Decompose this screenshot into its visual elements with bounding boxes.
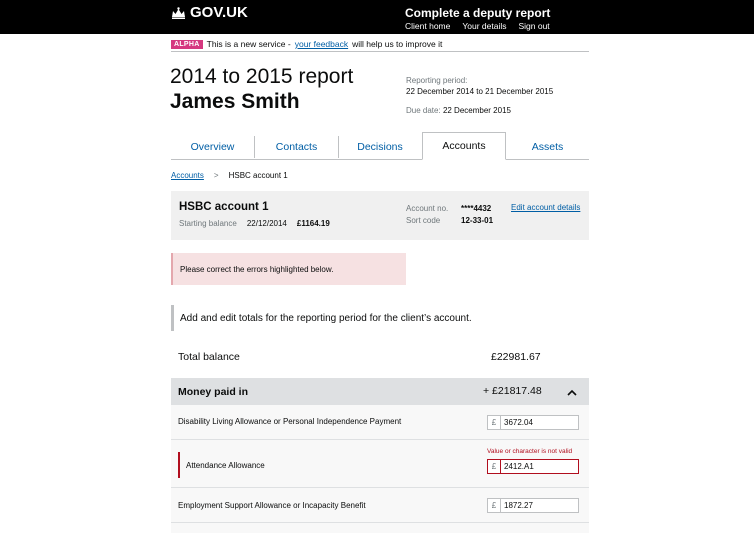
phase-text-after: will help us to improve it bbox=[352, 39, 443, 49]
breadcrumb-current: HSBC account 1 bbox=[228, 171, 288, 180]
nav-your-details[interactable]: Your details bbox=[462, 21, 506, 31]
tab-contacts[interactable]: Contacts bbox=[255, 136, 339, 158]
sort-code-value: 12-33-01 bbox=[461, 216, 494, 225]
sort-code-label: Sort code bbox=[406, 216, 441, 225]
page-title: 2014 to 2015 report James Smith bbox=[170, 64, 353, 114]
total-balance: Total balance £22981.67 bbox=[171, 343, 589, 372]
currency-prefix: £ bbox=[487, 415, 501, 430]
breadcrumb-separator: > bbox=[213, 171, 219, 180]
money-paid-in-label: Money paid in bbox=[178, 386, 249, 398]
list-item: Disability Living Allowance or Personal … bbox=[171, 405, 589, 440]
account-name: HSBC account 1 bbox=[179, 201, 269, 213]
phase-text-before: This is a new service - bbox=[206, 39, 291, 49]
amount-input[interactable]: 3672.04 bbox=[501, 415, 579, 430]
report-tabs: Overview Contacts Decisions Accounts Ass… bbox=[171, 132, 589, 160]
amount-input[interactable]: 1872.27 bbox=[501, 498, 579, 513]
feedback-link[interactable]: your feedback bbox=[295, 39, 348, 49]
row-label: Attendance Allowance bbox=[186, 461, 265, 470]
nav-sign-out[interactable]: Sign out bbox=[518, 21, 549, 31]
error-summary: Please correct the errors highlighted be… bbox=[171, 253, 406, 285]
starting-balance-amount: £1164.19 bbox=[296, 219, 330, 228]
due-date-label: Due date: bbox=[406, 106, 441, 115]
phase-tag: ALPHA bbox=[171, 39, 203, 49]
amount-field: £ 1872.27 bbox=[487, 498, 579, 513]
logo-text: GOV.UK bbox=[190, 4, 248, 21]
due-date-value: 22 December 2015 bbox=[442, 106, 511, 115]
account-no-value: ****4432 bbox=[461, 204, 492, 213]
list-item bbox=[171, 523, 589, 533]
starting-balance-label: Starting balance bbox=[179, 219, 237, 228]
govuk-logo[interactable]: GOV.UK bbox=[171, 4, 248, 21]
chevron-up-icon[interactable] bbox=[567, 387, 577, 399]
amount-input[interactable]: 2412.A1 bbox=[501, 459, 579, 474]
reporting-period-label: Reporting period: bbox=[406, 76, 468, 85]
account-summary: HSBC account 1 Starting balance 22/12/20… bbox=[171, 191, 589, 240]
global-header: GOV.UK Complete a deputy report Client h… bbox=[0, 0, 754, 34]
reporting-period: Reporting period: 22 December 2014 to 21… bbox=[406, 75, 553, 97]
row-label: Disability Living Allowance or Personal … bbox=[178, 417, 402, 426]
row-label: Employment Support Allowance or Incapaci… bbox=[178, 501, 366, 510]
account-details: Account no. ****4432 Sort code 12-33-01 bbox=[406, 203, 493, 227]
list-item: Attendance Allowance Value or character … bbox=[171, 440, 589, 488]
field-error-message: Value or character is not valid bbox=[487, 448, 573, 455]
edit-account-link[interactable]: Edit account details bbox=[511, 203, 580, 212]
account-no-label: Account no. bbox=[406, 204, 449, 213]
breadcrumb: Accounts > HSBC account 1 bbox=[171, 171, 288, 180]
list-item: Employment Support Allowance or Incapaci… bbox=[171, 488, 589, 523]
currency-prefix: £ bbox=[487, 459, 501, 474]
nav-client-home[interactable]: Client home bbox=[405, 21, 450, 31]
money-paid-in-total: + £21817.48 bbox=[483, 385, 542, 397]
header-nav: Client home Your details Sign out bbox=[405, 21, 550, 31]
tab-decisions[interactable]: Decisions bbox=[339, 136, 421, 158]
client-name: James Smith bbox=[170, 90, 300, 113]
money-paid-in-header[interactable]: Money paid in + £21817.48 bbox=[171, 378, 589, 405]
currency-prefix: £ bbox=[487, 498, 501, 513]
tab-assets[interactable]: Assets bbox=[506, 136, 589, 158]
error-indicator bbox=[178, 452, 180, 478]
report-title: 2014 to 2015 report bbox=[170, 65, 354, 88]
phase-banner: ALPHA This is a new service - your feedb… bbox=[171, 37, 589, 52]
amount-field: £ 2412.A1 bbox=[487, 459, 579, 474]
tab-overview[interactable]: Overview bbox=[171, 136, 255, 158]
starting-balance-date: 22/12/2014 bbox=[246, 219, 287, 228]
total-balance-label: Total balance bbox=[178, 351, 240, 363]
due-date: Due date: 22 December 2015 bbox=[406, 106, 511, 115]
total-balance-value: £22981.67 bbox=[491, 351, 541, 363]
reporting-period-value: 22 December 2014 to 21 December 2015 bbox=[406, 87, 554, 96]
intro-text: Add and edit totals for the reporting pe… bbox=[171, 305, 472, 331]
breadcrumb-accounts-link[interactable]: Accounts bbox=[171, 171, 204, 180]
starting-balance: Starting balance 22/12/2014 £1164.19 bbox=[179, 219, 330, 228]
amount-field: £ 3672.04 bbox=[487, 415, 579, 430]
tab-accounts[interactable]: Accounts bbox=[422, 132, 506, 160]
crown-icon bbox=[171, 6, 186, 19]
service-name[interactable]: Complete a deputy report bbox=[405, 6, 550, 20]
